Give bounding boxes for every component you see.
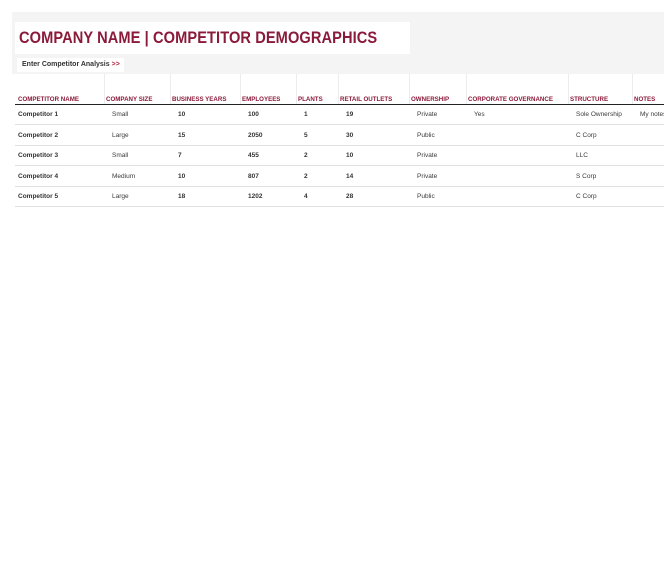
cell-retail-outlets[interactable]: 19 bbox=[346, 111, 353, 118]
column-separator bbox=[240, 74, 241, 104]
cell-company-size[interactable]: Small bbox=[112, 111, 128, 118]
cell-company-size[interactable]: Large bbox=[112, 132, 129, 139]
column-header-employees[interactable]: EMPLOYEES bbox=[242, 96, 280, 103]
cell-employees[interactable]: 1202 bbox=[248, 193, 262, 200]
cell-corporate-governance[interactable]: Yes bbox=[474, 111, 485, 118]
cell-company-size[interactable]: Small bbox=[112, 152, 128, 159]
table-row[interactable]: Competitor 5 Large 18 1202 4 28 Public C Corp bbox=[15, 187, 664, 208]
column-header-retail-outlets[interactable]: RETAIL OUTLETS bbox=[340, 96, 392, 103]
column-header-company-size[interactable]: COMPANY SIZE bbox=[106, 96, 152, 103]
cell-retail-outlets[interactable]: 30 bbox=[346, 132, 353, 139]
cell-structure[interactable]: C Corp bbox=[576, 193, 597, 200]
cell-notes[interactable]: My notes bbox=[640, 111, 664, 118]
cell-ownership[interactable]: Private bbox=[417, 152, 437, 159]
column-separator bbox=[296, 74, 297, 104]
table-row[interactable]: Competitor 4 Medium 10 807 2 14 Private S Corp bbox=[15, 167, 664, 187]
cell-competitor-name[interactable]: Competitor 4 bbox=[18, 173, 58, 180]
cell-business-years[interactable]: 7 bbox=[178, 152, 182, 159]
cell-business-years[interactable]: 18 bbox=[178, 193, 185, 200]
cell-ownership[interactable]: Private bbox=[417, 173, 437, 180]
cell-competitor-name[interactable]: Competitor 1 bbox=[18, 111, 58, 118]
cell-business-years[interactable]: 15 bbox=[178, 132, 185, 139]
table-row[interactable]: Competitor 3 Small 7 455 2 10 Private LLC bbox=[15, 146, 664, 167]
table-row[interactable]: Competitor 1 Small 10 100 1 19 Private Yes Sole … bbox=[15, 105, 664, 125]
row-divider bbox=[15, 206, 664, 208]
column-separator bbox=[104, 74, 105, 104]
column-header-corporate-governance[interactable]: CORPORATE GOVERNANCE bbox=[468, 96, 553, 103]
column-header-ownership[interactable]: OWNERSHIP bbox=[411, 96, 449, 103]
cell-ownership[interactable]: Public bbox=[417, 132, 435, 139]
cell-business-years[interactable]: 10 bbox=[178, 173, 185, 180]
nav-link-label: Enter Competitor Analysis bbox=[22, 61, 110, 68]
cell-employees[interactable]: 100 bbox=[248, 111, 259, 118]
column-header-structure[interactable]: STRUCTURE bbox=[570, 96, 608, 103]
column-header-competitor-name[interactable]: COMPETITOR NAME bbox=[18, 96, 79, 103]
double-chevron-right-icon: >> bbox=[111, 61, 120, 68]
cell-plants[interactable]: 2 bbox=[304, 173, 308, 180]
column-separator bbox=[466, 74, 467, 104]
cell-plants[interactable]: 5 bbox=[304, 132, 308, 139]
cell-retail-outlets[interactable]: 28 bbox=[346, 193, 353, 200]
page-title: COMPANY NAME | COMPETITOR DEMOGRAPHICS bbox=[19, 28, 378, 47]
enter-competitor-analysis-link[interactable]: Enter Competitor Analysis >> bbox=[17, 58, 124, 72]
table-row[interactable]: Competitor 2 Large 15 2050 5 30 Public C Corp bbox=[15, 126, 664, 146]
column-header-plants[interactable]: PLANTS bbox=[298, 96, 323, 103]
title-box: COMPANY NAME | COMPETITOR DEMOGRAPHICS bbox=[15, 22, 410, 54]
column-header-notes[interactable]: NOTES bbox=[634, 96, 655, 103]
column-separator bbox=[338, 74, 339, 104]
cell-business-years[interactable]: 10 bbox=[178, 111, 185, 118]
column-separator bbox=[568, 74, 569, 104]
cell-ownership[interactable]: Private bbox=[417, 111, 437, 118]
column-separator bbox=[170, 74, 171, 104]
cell-retail-outlets[interactable]: 10 bbox=[346, 152, 353, 159]
header-grid-lines bbox=[0, 74, 664, 104]
column-header-business-years[interactable]: BUSINESS YEARS bbox=[172, 96, 226, 103]
cell-company-size[interactable]: Large bbox=[112, 193, 129, 200]
column-separator bbox=[409, 74, 410, 104]
cell-employees[interactable]: 807 bbox=[248, 173, 259, 180]
cell-structure[interactable]: S Corp bbox=[576, 173, 596, 180]
cell-ownership[interactable]: Public bbox=[417, 193, 435, 200]
column-separator bbox=[632, 74, 633, 104]
cell-plants[interactable]: 4 bbox=[304, 193, 308, 200]
cell-plants[interactable]: 1 bbox=[304, 111, 308, 118]
cell-structure[interactable]: C Corp bbox=[576, 132, 597, 139]
cell-employees[interactable]: 455 bbox=[248, 152, 259, 159]
cell-structure[interactable]: Sole Ownership bbox=[576, 111, 622, 118]
cell-competitor-name[interactable]: Competitor 2 bbox=[18, 132, 58, 139]
cell-competitor-name[interactable]: Competitor 5 bbox=[18, 193, 58, 200]
cell-employees[interactable]: 2050 bbox=[248, 132, 262, 139]
cell-competitor-name[interactable]: Competitor 3 bbox=[18, 152, 58, 159]
cell-retail-outlets[interactable]: 14 bbox=[346, 173, 353, 180]
cell-plants[interactable]: 2 bbox=[304, 152, 308, 159]
cell-company-size[interactable]: Medium bbox=[112, 173, 135, 180]
cell-structure[interactable]: LLC bbox=[576, 152, 588, 159]
